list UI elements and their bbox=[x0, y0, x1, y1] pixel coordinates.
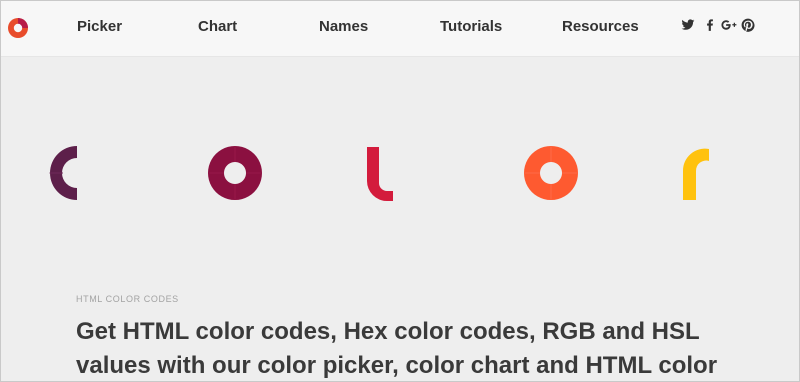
letter-o-second bbox=[523, 146, 578, 200]
site-logo[interactable] bbox=[7, 17, 29, 39]
pinterest-icon[interactable] bbox=[741, 18, 757, 34]
page-headline: Get HTML color codes, Hex color codes, R… bbox=[76, 318, 718, 379]
hero-color-wordmark bbox=[49, 146, 709, 201]
logo-icon bbox=[8, 18, 28, 38]
nav-tutorials[interactable]: Tutorials bbox=[440, 18, 502, 35]
nav-picker[interactable]: Picker bbox=[77, 18, 122, 35]
nav-names[interactable]: Names bbox=[319, 18, 368, 35]
facebook-icon[interactable] bbox=[703, 18, 719, 34]
nav-chart[interactable]: Chart bbox=[198, 18, 237, 35]
browser-frame: Picker Chart Names Tutorials Resources H… bbox=[0, 0, 800, 382]
letter-l bbox=[367, 147, 393, 201]
nav-resources[interactable]: Resources bbox=[562, 18, 639, 35]
letter-r bbox=[682, 148, 709, 200]
google-plus-icon[interactable] bbox=[721, 18, 737, 34]
section-eyebrow: HTML COLOR CODES bbox=[76, 294, 179, 304]
letter-c bbox=[49, 146, 77, 200]
top-navbar: Picker Chart Names Tutorials Resources bbox=[1, 1, 799, 57]
twitter-icon[interactable] bbox=[681, 18, 697, 34]
letter-o-first bbox=[207, 146, 262, 200]
